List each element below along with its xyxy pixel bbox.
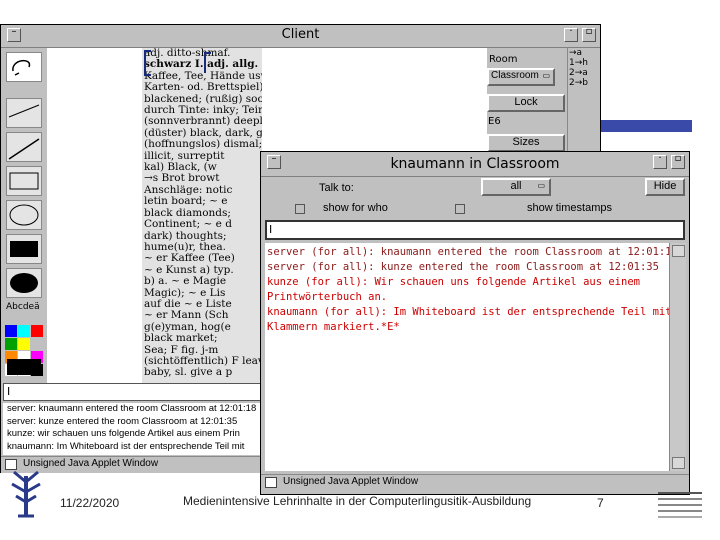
scroll-up-arrow[interactable] — [672, 245, 685, 257]
text-cursor: I — [7, 385, 11, 398]
text-cursor: I — [269, 223, 273, 236]
side-list-item[interactable]: →a — [569, 48, 592, 58]
bracket-markings — [144, 50, 211, 76]
text-tool[interactable]: Abcdeä — [6, 298, 42, 318]
filled-ellipse-icon — [10, 273, 38, 293]
chat-input[interactable]: I — [265, 220, 685, 240]
chat-message-line: server (for all): knaumann entered the r… — [267, 246, 669, 258]
warning-icon — [265, 477, 277, 488]
chat-titlebar[interactable]: – knaumann in Classroom · ▫ — [261, 152, 689, 177]
room-label: Room — [489, 54, 518, 65]
rectangle-tool[interactable] — [6, 166, 42, 196]
lock-button-label: Lock — [514, 96, 538, 108]
scan-text-line: letin board; ~ e — [144, 195, 228, 208]
ellipse-tool[interactable] — [6, 200, 42, 230]
room-select-value: Classroom — [491, 70, 539, 81]
chat-message-line: kunze (for all): Wir schauen uns folgend… — [267, 276, 640, 288]
chat-statusbar: Unsigned Java Applet Window — [261, 474, 689, 491]
side-list-item[interactable]: 1→h — [569, 58, 592, 68]
color-swatch[interactable] — [31, 325, 43, 337]
show-for-who-label: show for who — [323, 202, 388, 214]
text-tool-label: Abcdeä — [6, 302, 40, 312]
sizes-button[interactable]: Sizes — [487, 134, 565, 152]
client-chat-log: server: knaumann entered the room Classr… — [3, 403, 263, 455]
scan-text-line: baby, sl. give a p — [144, 366, 233, 379]
show-timestamps-checkbox[interactable] — [455, 204, 465, 214]
hide-button-label: Hide — [653, 180, 677, 192]
maximize-button[interactable]: ▫ — [582, 26, 596, 42]
chat-message-line: knaumann (for all): Im Whiteboard ist de… — [267, 306, 669, 318]
scan-text-line: b) a. ~ e Magie — [144, 275, 227, 288]
chat-status-text: Unsigned Java Applet Window — [283, 476, 419, 487]
talk-to-select[interactable]: all ▭ — [481, 178, 551, 196]
minimize-button[interactable]: · — [653, 153, 667, 169]
client-chat-input[interactable]: I — [3, 383, 263, 401]
client-window-title: Client — [281, 27, 320, 42]
slide-accent-bar — [590, 120, 692, 132]
line-tool[interactable] — [6, 98, 42, 128]
slide-page-number: 7 — [597, 496, 604, 510]
scan-text-line: ~ er Kaffee (Tee) — [144, 252, 235, 265]
client-log-line: server: kunze entered the room Classroom… — [7, 415, 238, 427]
maximize-icon: ▫ — [585, 26, 593, 37]
freehand-tool[interactable] — [6, 52, 42, 82]
maximize-icon: ▫ — [674, 153, 682, 164]
side-list-item[interactable]: 2→b — [569, 78, 592, 88]
client-log-line: server: knaumann entered the room Classr… — [7, 403, 257, 414]
slide-date: 11/22/2020 — [60, 496, 120, 510]
minimize-button[interactable]: · — [564, 26, 578, 42]
scan-text-line: black market; — [144, 332, 218, 345]
thick-line-icon — [8, 138, 40, 160]
scroll-down-arrow[interactable] — [672, 457, 685, 469]
show-timestamps-label: show timestamps — [527, 202, 612, 214]
chevron-down-icon: ▭ — [542, 71, 550, 80]
rectangle-icon — [9, 172, 39, 190]
color-swatch[interactable] — [5, 325, 17, 337]
chat-window: – knaumann in Classroom · ▫ Talk to: all… — [260, 151, 690, 495]
freehand-icon — [12, 59, 31, 76]
minimize-icon: · — [658, 153, 662, 164]
institute-logo — [658, 490, 702, 530]
current-color-swatch[interactable] — [7, 359, 41, 375]
talk-to-label: Talk to: — [319, 182, 354, 194]
filled-ellipse-tool[interactable] — [6, 268, 42, 298]
e6-label: E6 — [488, 116, 501, 127]
minimize-icon: · — [569, 26, 573, 37]
tool-palette: Abcdeä — [1, 48, 47, 383]
client-log-line: kunze: wir schauen uns folgende Artikel … — [7, 428, 240, 439]
talk-to-value: all — [510, 180, 522, 192]
chevron-down-icon: ▭ — [537, 181, 545, 190]
hide-button[interactable]: Hide — [645, 178, 685, 196]
ellipse-icon — [9, 204, 39, 226]
color-swatch[interactable] — [5, 338, 17, 350]
lock-button[interactable]: Lock — [487, 94, 565, 112]
chat-window-title: knaumann in Classroom — [390, 156, 560, 172]
show-for-who-checkbox[interactable] — [295, 204, 305, 214]
color-swatch[interactable] — [18, 325, 30, 337]
chat-message-line: Klammern markiert.*E* — [267, 321, 400, 333]
side-list-item[interactable]: 2→a — [569, 68, 592, 78]
line-icon — [8, 104, 40, 118]
filled-rectangle-icon — [10, 241, 38, 257]
slide-course-title: Medienintensive Lehrinhalte in der Compu… — [183, 494, 532, 508]
university-tree-logo — [11, 470, 41, 518]
filled-rectangle-tool[interactable] — [6, 234, 42, 264]
chat-message-line: server (for all): kunze entered the room… — [267, 261, 659, 273]
client-log-line: knaumann: Im Whiteboard ist der entsprec… — [7, 440, 245, 452]
client-titlebar[interactable]: – Client · ▫ — [1, 25, 600, 48]
maximize-button[interactable]: ▫ — [671, 153, 685, 169]
chat-scrollbar[interactable] — [669, 243, 686, 471]
color-swatch[interactable] — [31, 338, 43, 350]
scan-text-line: Continent; ~ e d — [144, 218, 232, 231]
thick-line-tool[interactable] — [6, 132, 42, 162]
color-swatch[interactable] — [18, 338, 30, 350]
sizes-button-label: Sizes — [512, 136, 540, 148]
room-select[interactable]: Classroom ▭ — [487, 68, 555, 86]
chat-message-log: server (for all): knaumann entered the r… — [265, 243, 669, 471]
chat-message-line: Printwörterbuch an. — [267, 291, 388, 303]
